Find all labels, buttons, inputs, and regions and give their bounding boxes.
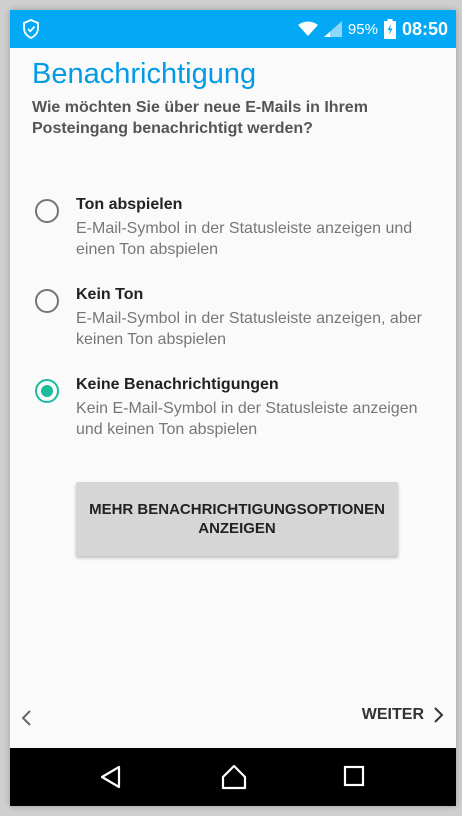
option-description: E-Mail-Symbol in der Statusleiste anzeig… bbox=[76, 310, 422, 348]
wifi-icon bbox=[297, 21, 318, 36]
option-title: Ton abspielen bbox=[76, 196, 183, 213]
shield-check-icon bbox=[23, 19, 39, 39]
page-subtitle: Wie möchten Sie über neue E-Mails in Ihr… bbox=[32, 99, 368, 137]
option-description: Kein E-Mail-Symbol in der Statusleiste a… bbox=[76, 400, 418, 438]
option-no-notifications[interactable]: Keine Benachrichtigungen Kein E-Mail-Sym… bbox=[10, 372, 456, 452]
nav-home-icon[interactable] bbox=[220, 763, 248, 791]
battery-icon bbox=[383, 19, 396, 39]
battery-percent: 95% bbox=[347, 20, 378, 38]
option-no-sound[interactable]: Kein Ton E-Mail-Symbol in der Statusleis… bbox=[10, 282, 456, 362]
chevron-left-icon[interactable] bbox=[20, 709, 34, 727]
next-button-label: WEITER bbox=[361, 706, 424, 723]
more-notification-options-button[interactable]: MEHR BENACHRICHTIGUNGSOPTIONEN ANZEIGEN bbox=[76, 482, 398, 556]
device-frame: 95% 08:50 Benachrichtigung Wie möchten S… bbox=[0, 0, 462, 816]
option-title: Kein Ton bbox=[76, 286, 144, 303]
status-right-group: 95% 08:50 bbox=[297, 10, 448, 48]
radio-selected-icon[interactable] bbox=[34, 378, 60, 404]
screen: 95% 08:50 Benachrichtigung Wie möchten S… bbox=[10, 10, 456, 806]
system-navigation-bar bbox=[10, 748, 456, 806]
nav-back-triangle-icon[interactable] bbox=[98, 764, 124, 790]
signal-icon bbox=[323, 21, 342, 37]
chevron-right-icon bbox=[434, 707, 444, 723]
wizard-navigation: WEITER bbox=[10, 704, 456, 734]
option-title: Keine Benachrichtigungen bbox=[76, 376, 279, 393]
option-description: E-Mail-Symbol in der Statusleiste anzeig… bbox=[76, 220, 413, 258]
option-play-sound[interactable]: Ton abspielen E-Mail-Symbol in der Statu… bbox=[10, 192, 456, 272]
clock: 08:50 bbox=[401, 18, 448, 39]
next-button[interactable]: WEITER bbox=[362, 706, 444, 724]
radio-unselected-icon[interactable] bbox=[34, 288, 60, 314]
status-bar: 95% 08:50 bbox=[10, 10, 456, 48]
nav-recent-apps-icon[interactable] bbox=[343, 765, 365, 787]
radio-unselected-icon[interactable] bbox=[34, 198, 60, 224]
page-title: Benachrichtigung bbox=[32, 58, 257, 90]
